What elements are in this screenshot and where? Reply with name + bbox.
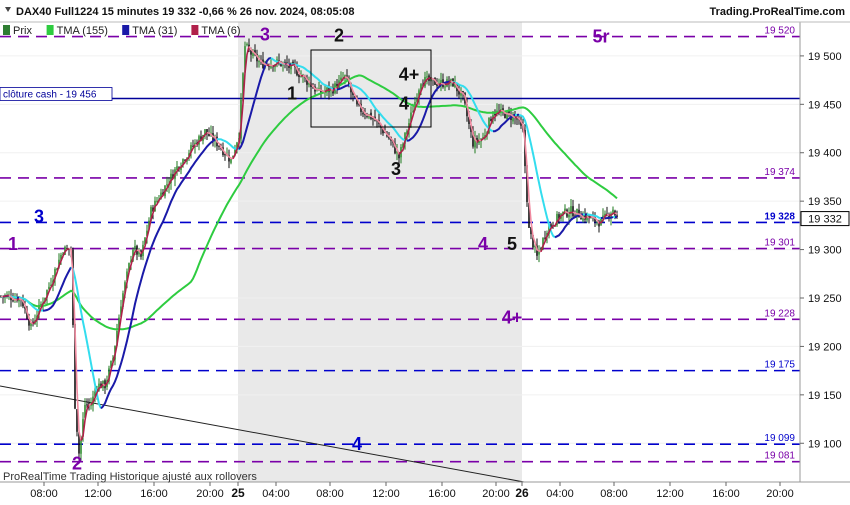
- x-tick-label: 16:00: [140, 488, 168, 500]
- legend-label: TMA (31): [132, 25, 177, 37]
- y-tick-label: 19 350: [808, 196, 842, 208]
- wave-label: 1: [287, 84, 297, 104]
- x-tick-label: 26: [515, 486, 529, 500]
- x-tick-label: 25: [231, 486, 245, 500]
- candle-body: [86, 404, 88, 405]
- x-tick-label: 12:00: [84, 488, 112, 500]
- tma-6-line: [441, 84, 445, 85]
- candle-body: [246, 44, 248, 45]
- wave-label: 4+: [502, 307, 523, 327]
- last-price-label: 19 332: [808, 214, 842, 226]
- tma-6-line: [289, 65, 295, 66]
- x-tick-label: 08:00: [316, 488, 344, 500]
- level-label: 19 374: [764, 167, 795, 178]
- tma-6-line: [615, 213, 617, 214]
- wave-label: 5: [507, 234, 517, 254]
- wave-label: 4: [352, 434, 362, 454]
- level-label: 19 228: [764, 308, 795, 319]
- y-tick-label: 19 300: [808, 245, 842, 257]
- tma-6-line: [607, 215, 609, 216]
- wave-label: 5r: [592, 27, 609, 47]
- candle-body: [572, 206, 574, 216]
- footer-note: ProRealTime Trading Historique ajusté au…: [3, 471, 257, 483]
- legend-swatch: [191, 25, 198, 35]
- chart-title: DAX40 Full1224 15 minutes 19 332 -0,66 %…: [16, 6, 355, 18]
- level-label: 19 175: [764, 360, 795, 371]
- cloture-label: clôture cash - 19 456: [3, 90, 97, 101]
- x-tick-label: 12:00: [372, 488, 400, 500]
- candle-body: [258, 61, 260, 62]
- candle-body: [362, 113, 364, 114]
- y-tick-label: 19 150: [808, 390, 842, 402]
- y-tick-label: 19 200: [808, 341, 842, 353]
- legend-label: TMA (155): [57, 25, 108, 37]
- y-tick-label: 19 400: [808, 148, 842, 160]
- legend-swatch: [47, 25, 54, 35]
- wave-label: 4: [399, 93, 409, 113]
- candle-body: [568, 215, 570, 218]
- wave-label: 1: [8, 234, 18, 254]
- wave-label: 3: [391, 159, 401, 179]
- candle-body: [366, 116, 368, 117]
- x-tick-label: 08:00: [600, 488, 628, 500]
- tma-31-line: [605, 217, 613, 218]
- candle-body: [444, 86, 446, 87]
- candle-body: [12, 300, 14, 301]
- wave-label: 3: [34, 207, 44, 227]
- x-tick-label: 16:00: [712, 488, 740, 500]
- wave-label: 4: [478, 234, 488, 254]
- legend-label: Prix: [13, 25, 32, 37]
- legend-swatch: [122, 25, 129, 35]
- x-tick-label: 08:00: [30, 488, 58, 500]
- level-label: 19 520: [764, 26, 795, 37]
- level-label: 19 301: [764, 238, 795, 249]
- y-tick-label: 19 100: [808, 438, 842, 450]
- price-chart[interactable]: 19 520 clôture cash - 19 456 19 374 19 328 1…: [0, 0, 850, 500]
- candle-body: [134, 246, 136, 249]
- x-tick-label: 04:00: [262, 488, 290, 500]
- tma-6-line: [569, 212, 573, 213]
- x-tick-label: 20:00: [766, 488, 794, 500]
- x-tick-label: 12:00: [656, 488, 684, 500]
- tma-6-line: [589, 217, 591, 218]
- site-name[interactable]: Trading.ProRealTime.com: [709, 6, 845, 18]
- tma-6-line: [587, 217, 589, 218]
- y-tick-label: 19 250: [808, 293, 842, 305]
- candle-body: [580, 218, 582, 219]
- wave-label: 3: [260, 25, 270, 45]
- chart-window: 19 520 clôture cash - 19 456 19 374 19 328 1…: [0, 0, 850, 500]
- candle-body: [506, 111, 508, 119]
- tma-6-line: [267, 65, 269, 66]
- y-tick-label: 19 500: [808, 51, 842, 63]
- candle-body: [166, 184, 168, 185]
- x-tick-label: 20:00: [196, 488, 224, 500]
- tma-6-line: [17, 299, 19, 300]
- x-tick-label: 20:00: [482, 488, 510, 500]
- level-label: 19 099: [764, 433, 795, 444]
- candle-body: [426, 76, 428, 77]
- legend-swatch: [3, 25, 10, 35]
- legend-label: TMA (6): [201, 25, 240, 37]
- y-tick-label: 19 450: [808, 99, 842, 111]
- x-tick-label: 16:00: [428, 488, 456, 500]
- level-label: 19 328: [764, 211, 795, 222]
- wave-label: 2: [334, 26, 344, 46]
- candle-body: [516, 118, 518, 119]
- candle-body: [230, 159, 232, 163]
- wave-label: 4+: [399, 64, 420, 84]
- level-label: 19 081: [764, 451, 795, 462]
- x-tick-label: 04:00: [546, 488, 574, 500]
- candle-body: [550, 224, 552, 226]
- candle-body: [612, 210, 614, 213]
